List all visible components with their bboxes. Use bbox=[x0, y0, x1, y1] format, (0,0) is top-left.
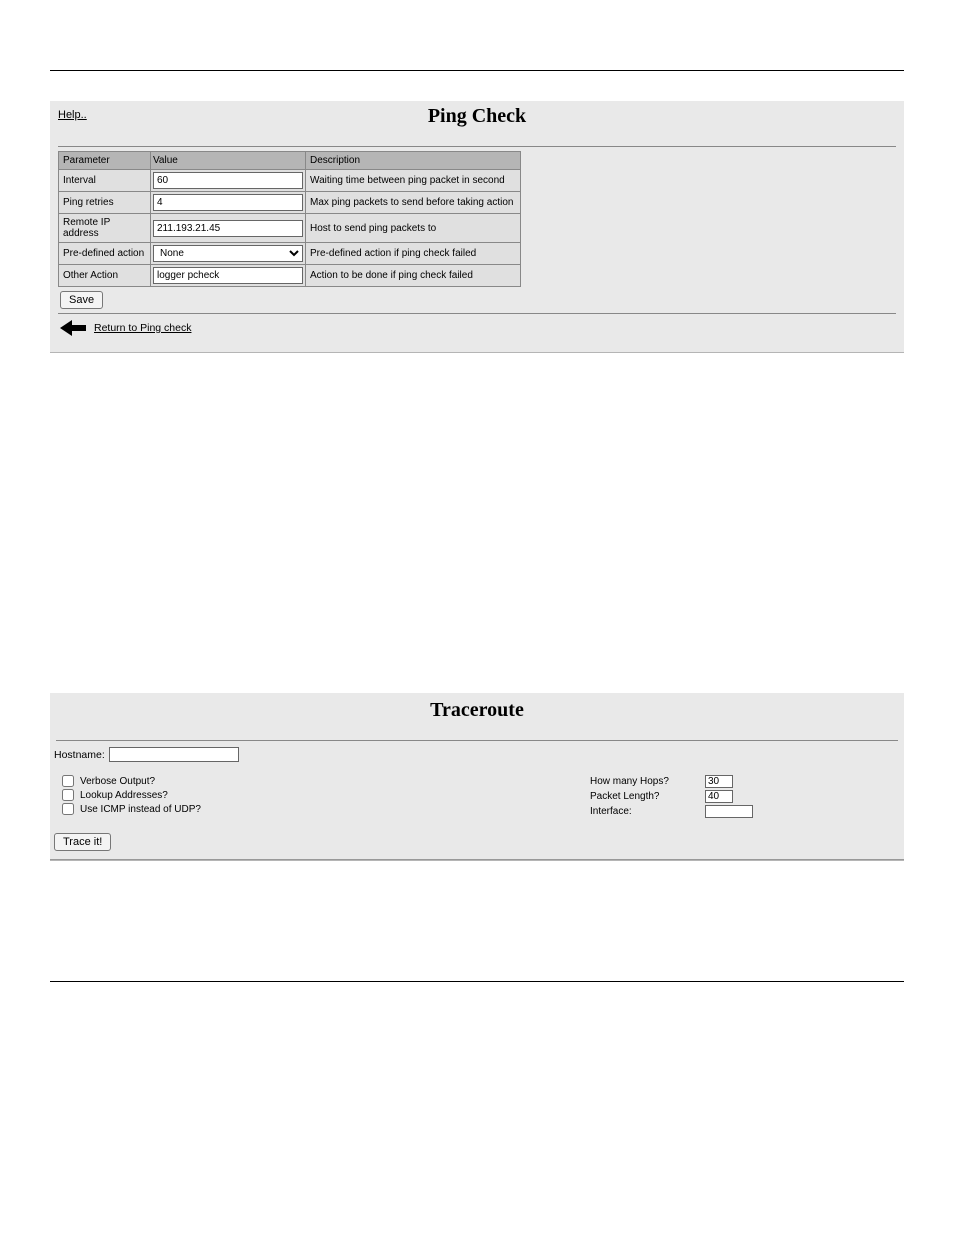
icmp-checkbox[interactable] bbox=[62, 803, 74, 815]
param-retries-label: Ping retries bbox=[59, 192, 151, 214]
interface-label: Interface: bbox=[590, 806, 705, 817]
col-parameter: Parameter bbox=[59, 152, 151, 170]
param-remoteip-desc: Host to send ping packets to bbox=[306, 214, 521, 243]
hops-input[interactable] bbox=[705, 775, 733, 788]
param-otheraction-label: Other Action bbox=[59, 265, 151, 287]
ping-retries-input[interactable] bbox=[153, 194, 303, 211]
icmp-label: Use ICMP instead of UDP? bbox=[80, 804, 201, 815]
ping-header-rule bbox=[58, 146, 896, 147]
param-preaction-label: Pre-defined action bbox=[59, 243, 151, 265]
hostname-label: Hostname: bbox=[54, 749, 105, 761]
ping-check-panel: Help.. Ping Check Parameter Value Descri… bbox=[50, 101, 904, 353]
table-row: Interval Waiting time between ping packe… bbox=[59, 170, 521, 192]
table-row: Ping retries Max ping packets to send be… bbox=[59, 192, 521, 214]
hostname-input[interactable] bbox=[109, 747, 239, 762]
col-value: Value bbox=[151, 152, 306, 170]
table-row: Other Action Action to be done if ping c… bbox=[59, 265, 521, 287]
verbose-label: Verbose Output? bbox=[80, 776, 155, 787]
hops-label: How many Hops? bbox=[590, 776, 705, 787]
lookup-label: Lookup Addresses? bbox=[80, 790, 168, 801]
interface-input[interactable] bbox=[705, 805, 753, 818]
predefined-action-select[interactable]: None bbox=[153, 245, 303, 262]
lookup-checkbox[interactable] bbox=[62, 789, 74, 801]
other-action-input[interactable] bbox=[153, 267, 303, 284]
traceroute-title: Traceroute bbox=[50, 693, 904, 722]
table-row: Remote IP address Host to send ping pack… bbox=[59, 214, 521, 243]
table-row: Pre-defined action None Pre-defined acti… bbox=[59, 243, 521, 265]
ping-check-title: Ping Check bbox=[58, 105, 896, 128]
param-otheraction-desc: Action to be done if ping check failed bbox=[306, 265, 521, 287]
remote-ip-input[interactable] bbox=[153, 220, 303, 237]
param-retries-desc: Max ping packets to send before taking a… bbox=[306, 192, 521, 214]
return-link[interactable]: Return to Ping check bbox=[94, 322, 191, 334]
trace-it-button[interactable]: Trace it! bbox=[54, 833, 111, 851]
interval-input[interactable] bbox=[153, 172, 303, 189]
trace-header-rule bbox=[56, 740, 898, 741]
param-remoteip-label: Remote IP address bbox=[59, 214, 151, 243]
traceroute-panel: Traceroute Hostname: Verbose Output? Loo… bbox=[50, 693, 904, 861]
param-interval-desc: Waiting time between ping packet in seco… bbox=[306, 170, 521, 192]
param-interval-label: Interval bbox=[59, 170, 151, 192]
top-page-rule bbox=[50, 70, 904, 71]
trace-bottom-rule bbox=[50, 859, 904, 860]
ping-params-table: Parameter Value Description Interval Wai… bbox=[58, 151, 521, 287]
arrow-left-icon[interactable] bbox=[60, 320, 86, 336]
save-button[interactable]: Save bbox=[60, 291, 103, 309]
footer-page-rule bbox=[50, 981, 904, 982]
packet-length-label: Packet Length? bbox=[590, 791, 705, 802]
param-preaction-desc: Pre-defined action if ping check failed bbox=[306, 243, 521, 265]
col-description: Description bbox=[306, 152, 521, 170]
help-link[interactable]: Help.. bbox=[58, 109, 87, 121]
packet-length-input[interactable] bbox=[705, 790, 733, 803]
verbose-checkbox[interactable] bbox=[62, 775, 74, 787]
